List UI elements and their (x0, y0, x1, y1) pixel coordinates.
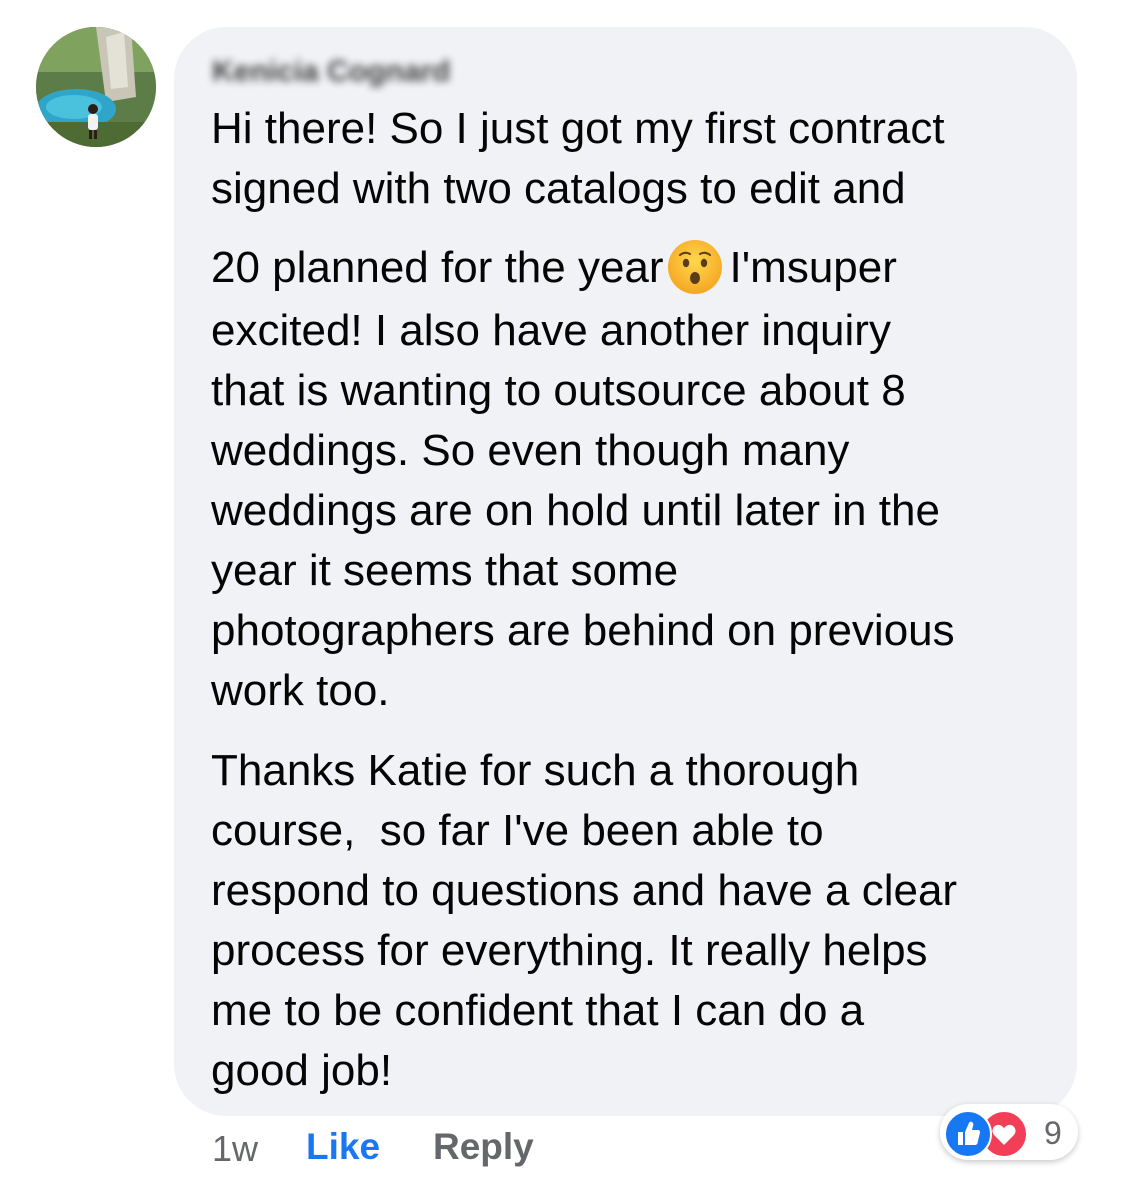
comment-text-line: respond to questions and have a clear (211, 866, 958, 915)
comment-text-line: process for everything. It really helps (211, 926, 928, 975)
like-button[interactable]: Like (306, 1126, 380, 1168)
comment-text-line: me to be confident that I can do a (211, 986, 865, 1035)
reaction-count: 9 (1044, 1115, 1062, 1151)
comment-timestamp[interactable]: 1w (212, 1128, 258, 1170)
comment-text-line: excited! I also have another inquiry (211, 306, 891, 355)
comment-text-line: year it seems that some (211, 546, 679, 595)
reactions-summary[interactable]: 9 (940, 1104, 1078, 1160)
comment-text-line: signed with two catalogs to edit and (211, 164, 906, 213)
comment-text-line: Hi there! So I just got my first contrac… (211, 104, 945, 153)
thumbs-up-icon (944, 1110, 992, 1158)
comment-text-line: photographers are behind on previous (211, 606, 955, 655)
comment-text-line: Thanks Katie for such a thorough (211, 746, 860, 795)
reply-button[interactable]: Reply (433, 1126, 534, 1168)
hushed-face-emoji-icon (666, 238, 724, 296)
comment-text-line: that is wanting to outsource about 8 (211, 366, 906, 415)
comment-author-name[interactable]: Kenicia Cognard (212, 55, 450, 89)
comment-text-line: weddings. So even though many (211, 426, 850, 475)
comment-text-fragment: 20 planned for the year (211, 243, 664, 292)
comment-text-line-with-emoji: 20 planned for the year I'msuper (211, 238, 897, 296)
avatar[interactable] (36, 27, 156, 147)
comment-bubble: Kenicia Cognard Hi there! So I just got … (174, 27, 1077, 1116)
comment-text-line: weddings are on hold until later in the (211, 486, 940, 535)
comment-text-line: good job! (211, 1046, 393, 1095)
avatar-photo (36, 27, 156, 147)
comment-text-fragment: I'msuper (729, 243, 897, 292)
comment-text-line: course, so far I've been able to (211, 806, 824, 855)
comment-text-line: work too. (211, 666, 390, 715)
